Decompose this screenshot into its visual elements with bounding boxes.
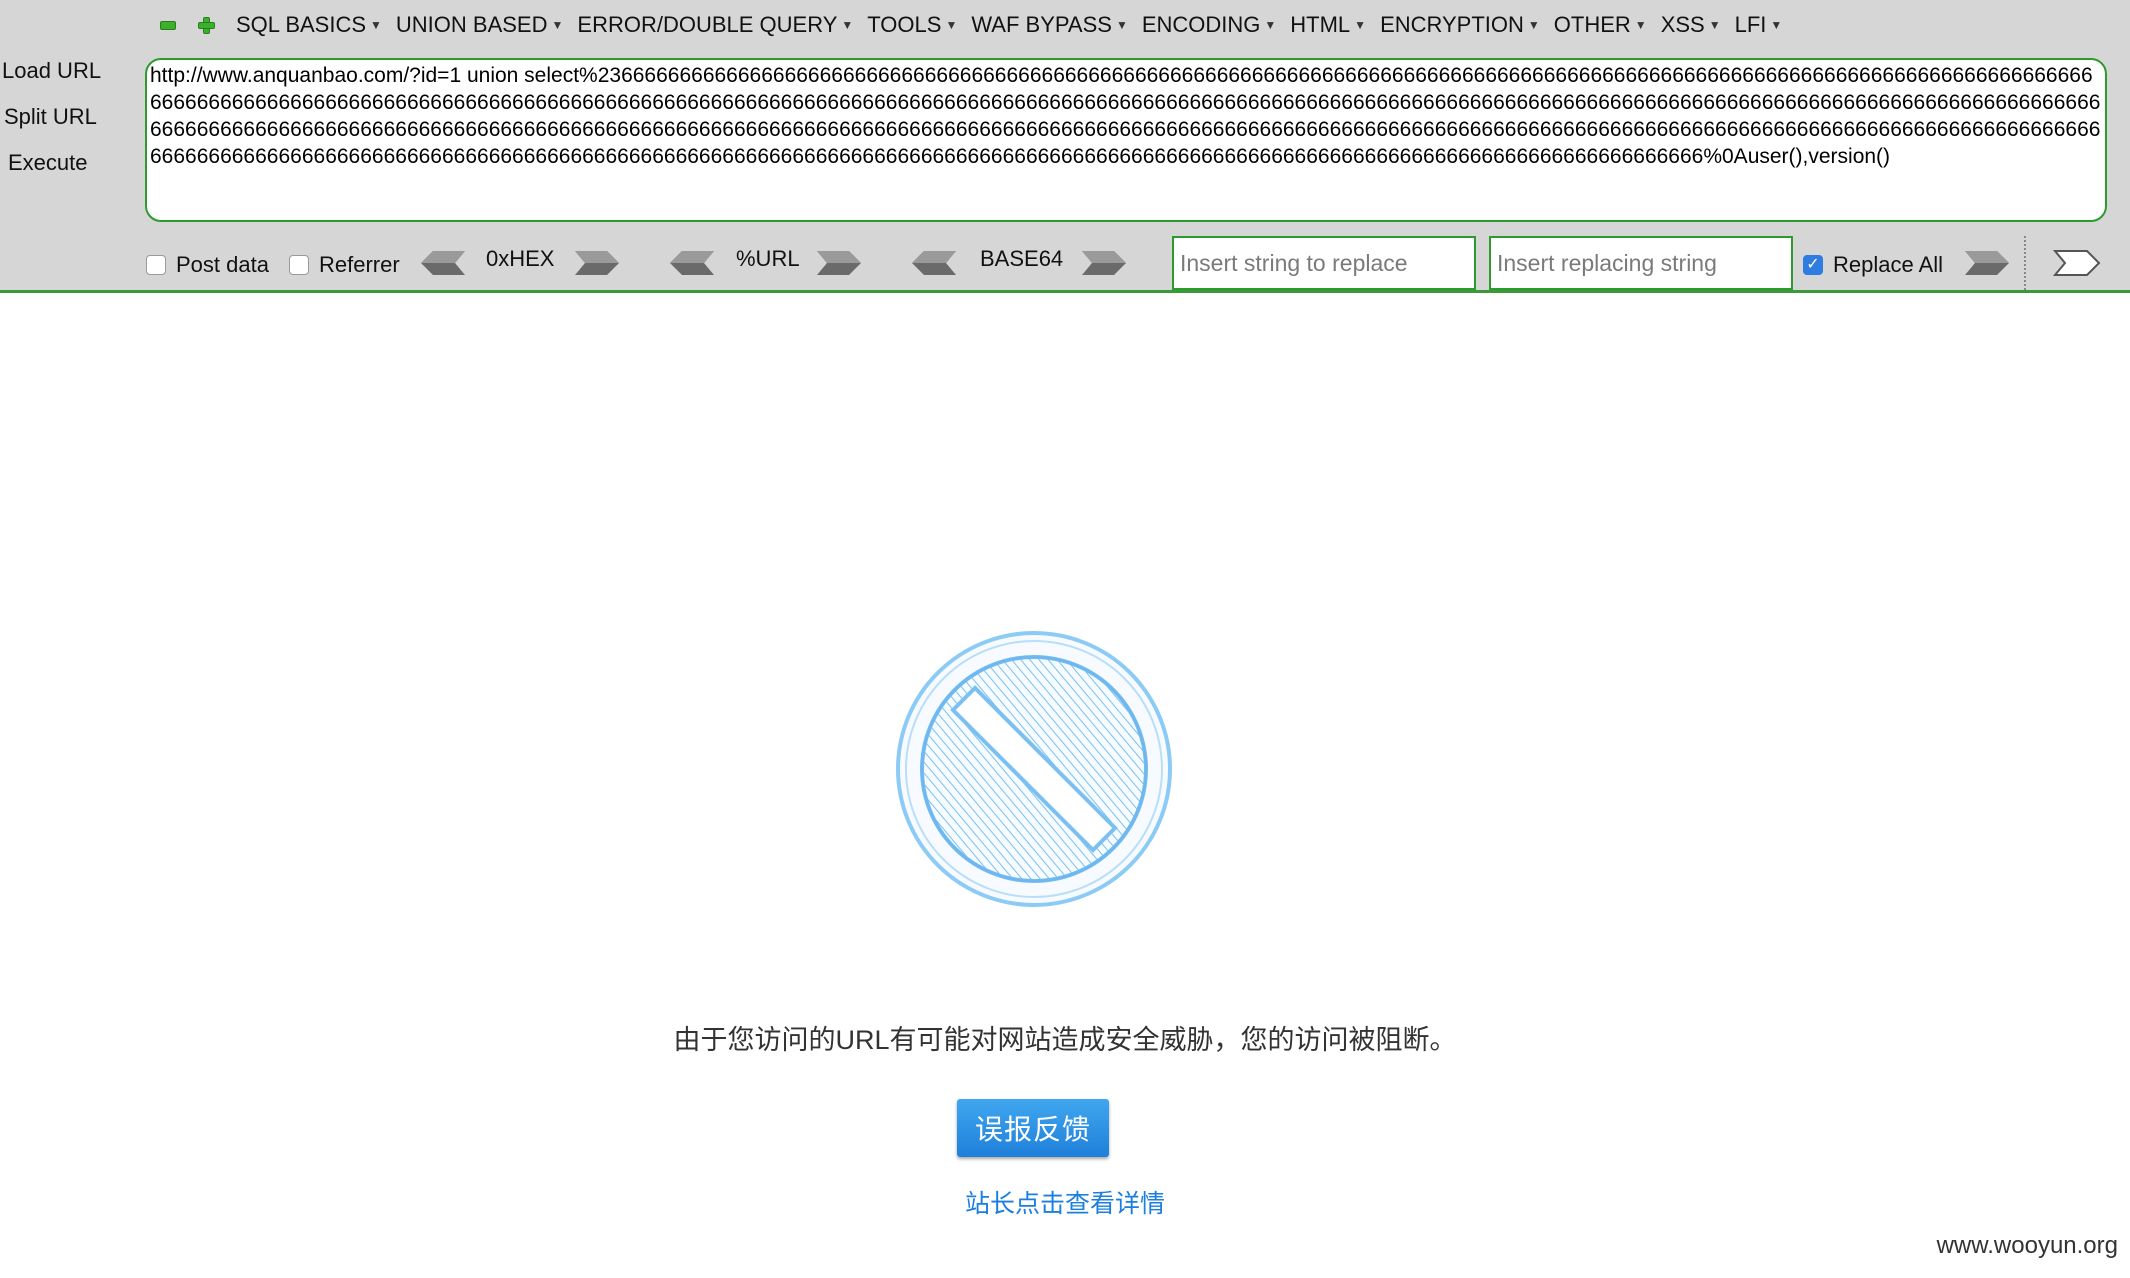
menu-union-based[interactable]: UNION BASED ▼ — [396, 12, 563, 38]
execute-button[interactable]: Execute — [0, 148, 140, 194]
base64-label: BASE64 — [980, 246, 1064, 271]
menu-html[interactable]: HTML ▼ — [1290, 12, 1366, 38]
hackbar-toolbar: SQL BASICS ▼ UNION BASED ▼ ERROR/DOUBLE QU… — [0, 0, 2130, 293]
caret-down-icon: ▼ — [1115, 18, 1128, 32]
menu-other[interactable]: OTHER ▼ — [1554, 12, 1647, 38]
post-data-label: Post data — [176, 252, 269, 277]
menu-encoding[interactable]: ENCODING ▼ — [1142, 12, 1276, 38]
menu-error-double-query[interactable]: ERROR/DOUBLE QUERY ▼ — [577, 12, 853, 38]
false-positive-feedback-button[interactable]: 误报反馈 — [957, 1099, 1109, 1157]
menu-label: ENCRYPTION — [1380, 12, 1524, 37]
menu-label: XSS — [1660, 12, 1705, 37]
minus-icon — [160, 20, 176, 30]
caret-down-icon: ▼ — [1354, 18, 1367, 32]
url-decode-arrow-icon[interactable] — [668, 248, 716, 278]
caret-down-icon: ▼ — [1634, 18, 1647, 32]
load-url-button[interactable]: Load URL — [0, 56, 140, 102]
menu-label: SQL BASICS — [236, 12, 367, 37]
caret-down-icon: ▼ — [551, 18, 564, 32]
caret-down-icon: ▼ — [370, 18, 382, 32]
increase-font-button[interactable] — [198, 17, 215, 34]
decrease-font-button[interactable] — [160, 17, 176, 33]
caret-down-icon: ▼ — [841, 18, 854, 32]
menu-lfi[interactable]: LFI ▼ — [1735, 12, 1783, 38]
caret-down-icon: ▼ — [1708, 18, 1721, 32]
caret-down-icon: ▼ — [945, 18, 958, 32]
hackbar-options-row: Post data Referrer 0xHEX %URL BASE64 ✓ R… — [145, 234, 2125, 290]
replace-arrow-icon[interactable] — [1963, 248, 2011, 278]
watermark: www.wooyun.org — [1936, 1232, 2118, 1259]
menu-label: UNION BASED — [395, 12, 548, 37]
referrer-checkbox[interactable]: Referrer — [289, 252, 400, 278]
replace-all-label: Replace All — [1833, 252, 1944, 277]
menu-label: OTHER — [1553, 12, 1631, 37]
checkbox-box[interactable] — [289, 255, 309, 275]
menu-label: ERROR/DOUBLE QUERY — [577, 12, 838, 37]
menu-xss[interactable]: XSS ▼ — [1661, 12, 1721, 38]
url-encode-label: %URL — [736, 246, 800, 271]
replace-all-checkbox[interactable]: ✓ Replace All — [1803, 252, 1943, 278]
separator — [2024, 236, 2026, 290]
plus-icon — [198, 17, 215, 34]
url-textarea[interactable]: http://www.anquanbao.com/?id=1 union sel… — [145, 58, 2107, 222]
next-arrow-icon[interactable] — [2053, 248, 2101, 278]
hex-decode-arrow-icon[interactable] — [419, 248, 467, 278]
webmaster-details-link[interactable]: 站长点击查看详情 — [0, 1184, 2130, 1220]
menu-sql-basics[interactable]: SQL BASICS ▼ — [236, 12, 382, 38]
caret-down-icon: ▼ — [1264, 18, 1277, 32]
base64-encode-arrow-icon[interactable] — [1080, 248, 1128, 278]
referrer-label: Referrer — [319, 252, 400, 277]
prohibited-icon — [896, 631, 1172, 907]
menu-label: HTML — [1290, 12, 1351, 37]
menu-encryption[interactable]: ENCRYPTION ▼ — [1380, 12, 1540, 38]
hackbar-actions: Load URL Split URL Execute — [0, 56, 140, 194]
menu-tools[interactable]: TOOLS ▼ — [867, 12, 957, 38]
check-icon[interactable]: ✓ — [1803, 255, 1823, 275]
menu-label: ENCODING — [1141, 12, 1261, 37]
post-data-checkbox[interactable]: Post data — [146, 252, 269, 278]
split-url-button[interactable]: Split URL — [0, 102, 140, 148]
checkbox-box[interactable] — [146, 255, 166, 275]
caret-down-icon: ▼ — [1770, 18, 1783, 32]
replacing-string-input[interactable] — [1489, 236, 1793, 290]
menu-label: WAF BYPASS — [971, 12, 1112, 37]
hackbar-menu-row: SQL BASICS ▼ UNION BASED ▼ ERROR/DOUBLE QU… — [160, 8, 1796, 42]
hex-label: 0xHEX — [486, 246, 555, 271]
hex-encode-arrow-icon[interactable] — [573, 248, 621, 278]
caret-down-icon: ▼ — [1527, 18, 1540, 32]
menu-label: TOOLS — [867, 12, 942, 37]
block-message: 由于您访问的URL有可能对网站造成安全威胁，您的访问被阻断。 — [673, 1025, 1457, 1055]
replace-string-input[interactable] — [1172, 236, 1476, 290]
menu-waf-bypass[interactable]: WAF BYPASS ▼ — [971, 12, 1127, 38]
base64-decode-arrow-icon[interactable] — [910, 248, 958, 278]
menu-label: LFI — [1734, 12, 1767, 37]
url-encode-arrow-icon[interactable] — [815, 248, 863, 278]
